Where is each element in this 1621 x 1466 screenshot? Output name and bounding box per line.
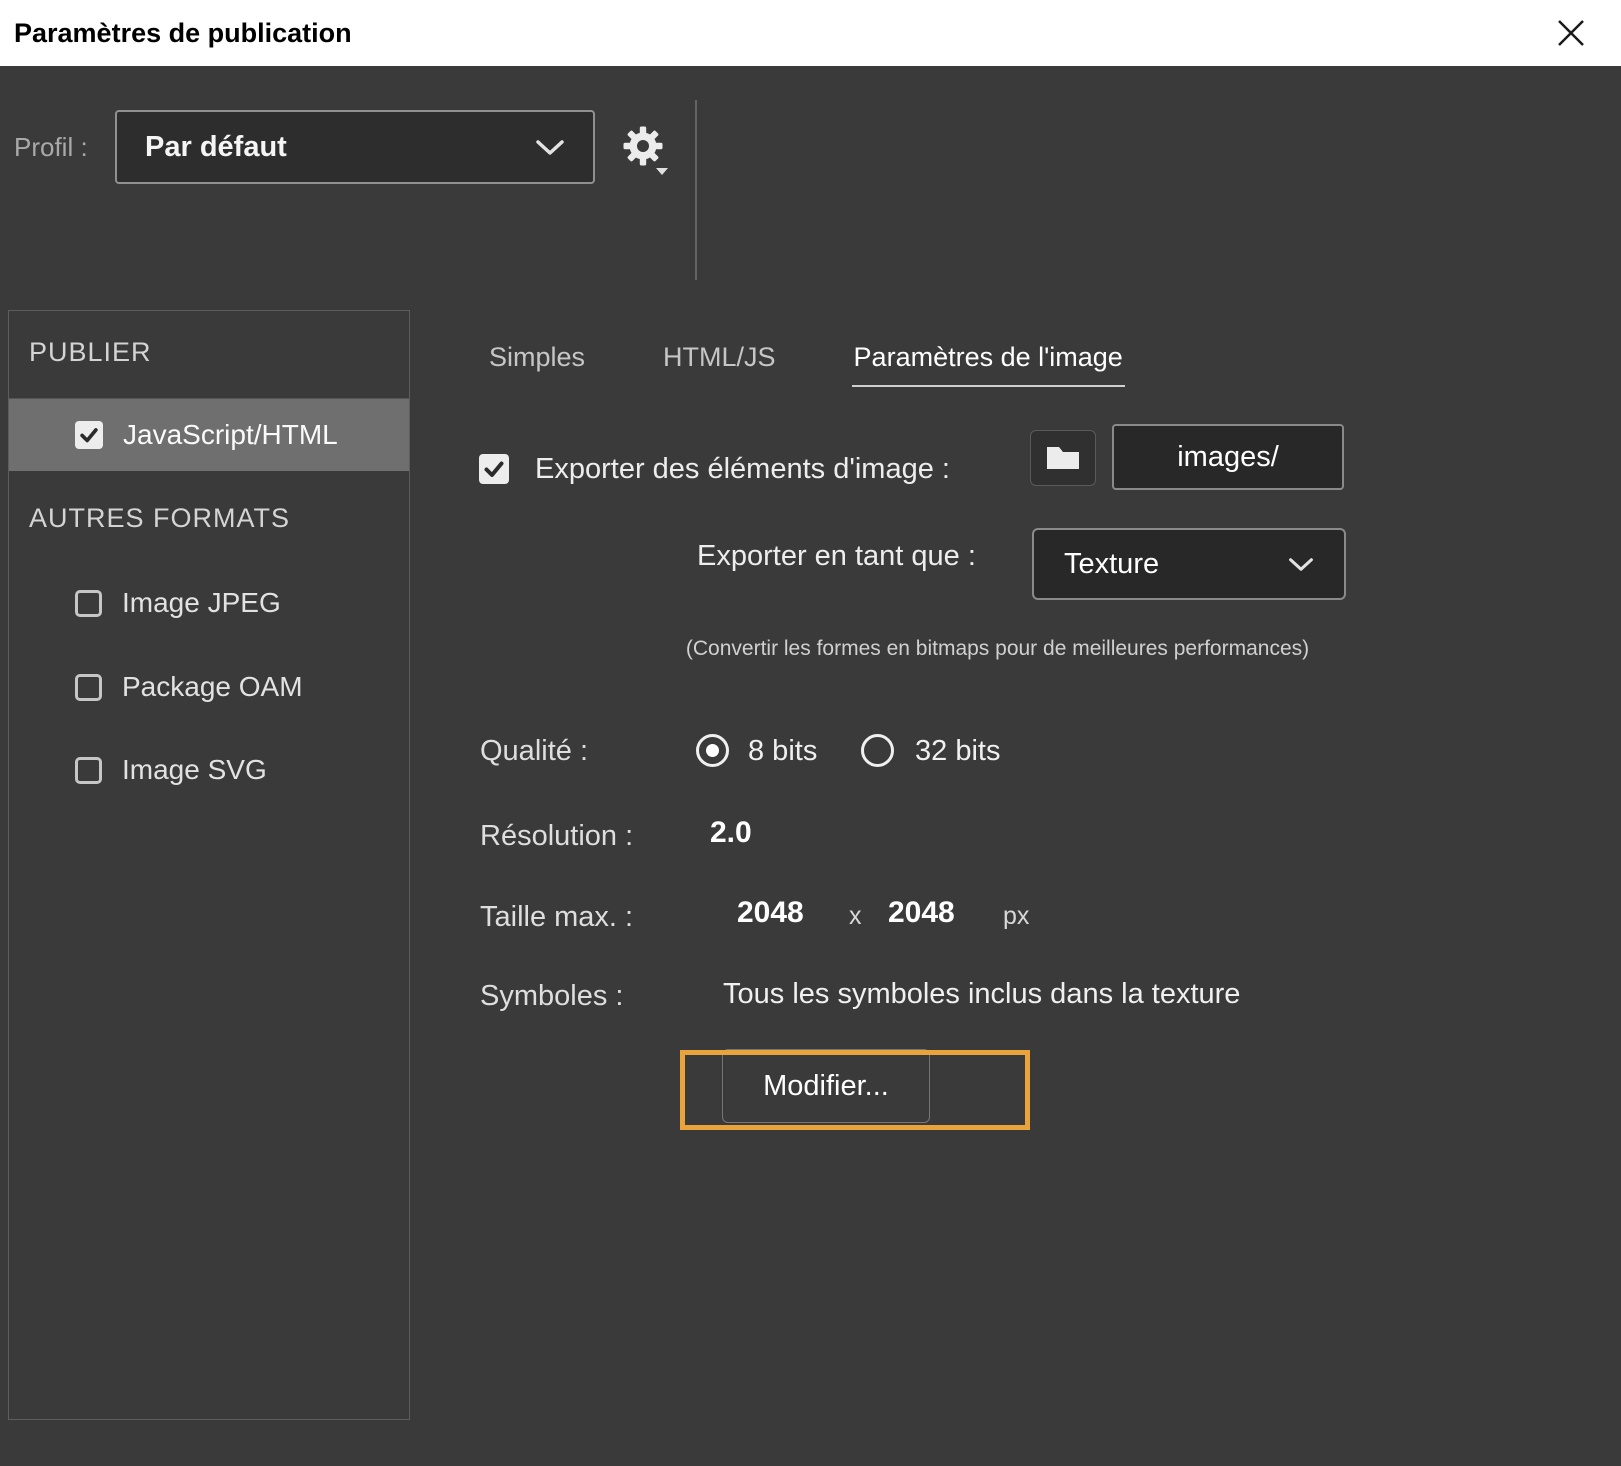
tab-parametres-image[interactable]: Paramètres de l'image [852,342,1125,387]
browse-folder-button[interactable] [1030,430,1096,486]
radio-dot [706,744,719,757]
sidebar-item-image-svg[interactable]: Image SVG [9,748,409,792]
gear-dropdown-caret-icon [655,167,669,176]
check-icon [78,424,100,446]
quality-label: Qualité : [480,735,588,768]
export-as-label: Exporter en tant que : [697,540,976,573]
publish-settings-dialog: Paramètres de publication Profil : Par d… [0,0,1621,1466]
gear-icon [622,125,664,167]
settings-tabs: Simples HTML/JS Paramètres de l'image [487,342,1125,387]
export-path-field[interactable]: images/ [1112,424,1344,490]
publish-section-header: PUBLIER [29,337,152,368]
max-size-width-value[interactable]: 2048 [737,896,804,930]
profile-select-value: Par défaut [145,131,287,164]
javascript-html-checkbox[interactable] [75,421,103,449]
close-icon [1555,17,1587,49]
resolution-label: Résolution : [480,820,633,853]
quality-32bits-label: 32 bits [915,735,1000,768]
quality-32bits-radio[interactable] [861,734,894,767]
export-as-select[interactable]: Texture [1032,528,1346,600]
symbols-value: Tous les symboles inclus dans la texture [723,978,1240,1011]
titlebar: Paramètres de publication [0,0,1621,66]
profile-label: Profil : [14,132,88,163]
dialog-title: Paramètres de publication [14,18,352,49]
check-icon [482,457,506,481]
sidebar-item-label: Image JPEG [122,587,281,619]
tab-html-js[interactable]: HTML/JS [661,342,778,387]
sidebar-item-package-oam[interactable]: Package OAM [9,665,409,709]
sidebar-item-javascript-html[interactable]: JavaScript/HTML [9,399,409,471]
image-svg-checkbox[interactable] [75,757,102,784]
image-jpeg-checkbox[interactable] [75,590,102,617]
chevron-down-icon [1288,557,1314,572]
sidebar-item-label: JavaScript/HTML [123,419,338,451]
sidebar-item-label: Package OAM [122,671,303,703]
sidebar-item-image-jpeg[interactable]: Image JPEG [9,581,409,625]
modify-button[interactable]: Modifier... [722,1049,930,1123]
export-assets-checkbox[interactable] [479,454,509,484]
other-formats-section-header: AUTRES FORMATS [29,503,290,534]
profile-options-button[interactable] [615,116,671,178]
export-assets-row: Exporter des éléments d'image : [479,440,950,498]
quality-8bits-label: 8 bits [748,735,817,768]
convert-shapes-hint: (Convertir les formes en bitmaps pour de… [650,637,1345,661]
max-size-separator: x [849,902,862,931]
max-size-unit: px [1003,902,1029,931]
export-as-value: Texture [1064,548,1159,581]
folder-icon [1045,444,1081,472]
export-assets-label: Exporter des éléments d'image : [535,453,950,486]
sidebar-item-label: Image SVG [122,754,267,786]
close-button[interactable] [1549,11,1593,55]
symbols-label: Symboles : [480,980,623,1013]
quality-8bits-radio[interactable] [696,734,729,767]
resolution-value[interactable]: 2.0 [710,816,752,850]
tab-simples[interactable]: Simples [487,342,587,387]
max-size-label: Taille max. : [480,901,633,934]
max-size-height-value[interactable]: 2048 [888,896,955,930]
formats-sidebar: PUBLIER JavaScript/HTML AUTRES FORMATS I… [8,310,410,1420]
profile-select[interactable]: Par défaut [115,110,595,184]
chevron-down-icon [535,139,565,156]
package-oam-checkbox[interactable] [75,674,102,701]
profile-section-divider [695,100,697,280]
